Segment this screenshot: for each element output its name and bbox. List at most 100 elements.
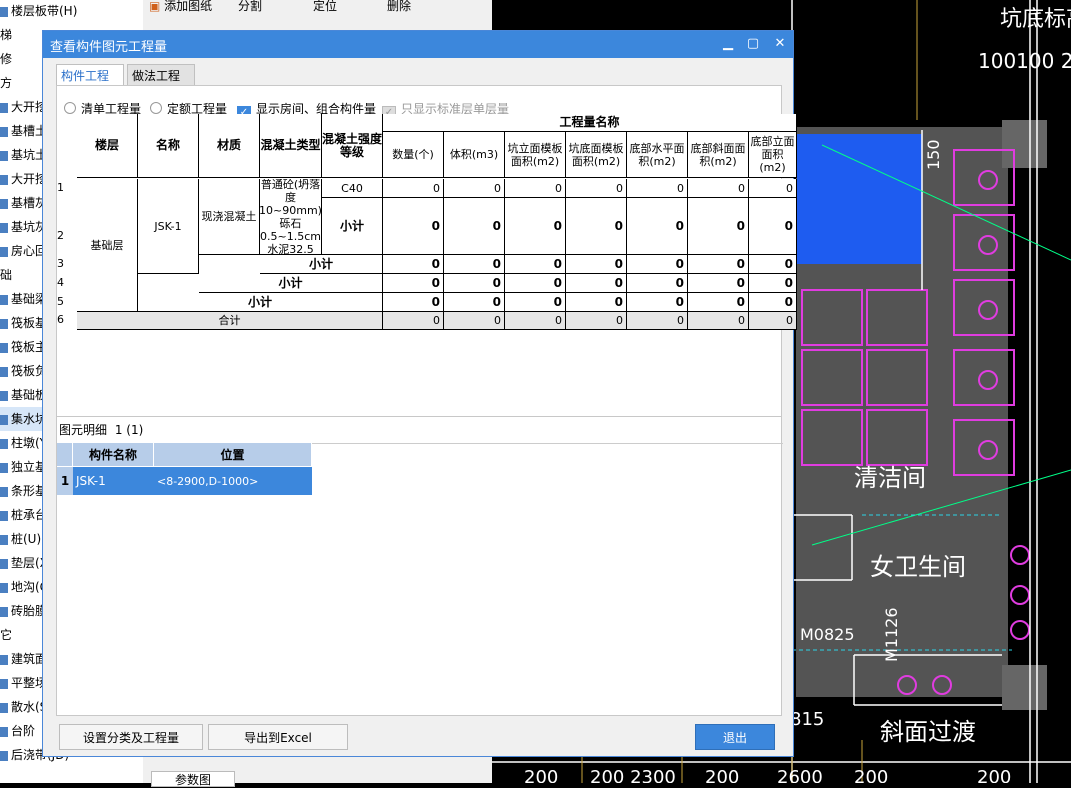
add-drawing-button[interactable]: ▣ 添加图纸 bbox=[149, 0, 212, 12]
cell-quantity-value[interactable]: 0 bbox=[505, 198, 566, 255]
tree-item[interactable]: 基坑土 bbox=[0, 143, 47, 167]
cell-floor[interactable]: 基础层 bbox=[77, 179, 138, 312]
minimize-icon[interactable]: ▁ bbox=[718, 35, 738, 53]
cell-quantity-value[interactable]: 0 bbox=[383, 179, 444, 198]
cell-subtotal[interactable]: 小计 bbox=[260, 255, 383, 274]
tab-component-quantity[interactable]: 构件工程量 bbox=[56, 64, 124, 105]
cell-grade[interactable]: C40 bbox=[322, 179, 383, 198]
set-classification-button[interactable]: 设置分类及工程量 bbox=[59, 724, 203, 750]
cell-quantity-value[interactable]: 0 bbox=[444, 179, 505, 198]
tree-item[interactable]: 大开挖 bbox=[0, 95, 47, 119]
cell-quantity-value[interactable]: 0 bbox=[627, 293, 688, 312]
cell-quantity-value[interactable]: 0 bbox=[688, 255, 749, 274]
close-icon[interactable]: ✕ bbox=[770, 35, 790, 53]
cell-quantity-value[interactable]: 0 bbox=[749, 274, 797, 293]
tab-method-quantity[interactable]: 做法工程量 bbox=[127, 64, 195, 105]
cell-component-name[interactable]: JSK-1 bbox=[138, 179, 199, 274]
header-quantity-col[interactable]: 数量(个) bbox=[383, 132, 444, 178]
header-quantity-col[interactable]: 底部斜面面积(m2) bbox=[688, 132, 749, 178]
header-floor[interactable]: 楼层 bbox=[77, 114, 138, 178]
cell-quantity-value[interactable]: 0 bbox=[444, 255, 505, 274]
export-excel-button[interactable]: 导出到Excel bbox=[208, 724, 348, 750]
cell-quantity-value[interactable]: 0 bbox=[749, 312, 797, 330]
cell-quantity-value[interactable]: 0 bbox=[688, 312, 749, 330]
tree-item[interactable]: 建筑面 bbox=[0, 647, 47, 671]
param-drawing-button[interactable]: 参数图 bbox=[151, 771, 235, 787]
cell-quantity-value[interactable]: 0 bbox=[688, 274, 749, 293]
cell-quantity-value[interactable]: 0 bbox=[566, 274, 627, 293]
tree-item[interactable]: 集水坑 bbox=[0, 407, 48, 431]
cell-quantity-value[interactable]: 0 bbox=[566, 198, 627, 255]
cell-quantity-value[interactable]: 0 bbox=[749, 293, 797, 312]
header-quantity-col[interactable]: 底部水平面积(m2) bbox=[627, 132, 688, 178]
tree-item[interactable]: 修 bbox=[0, 47, 12, 71]
maximize-icon[interactable]: ▢ bbox=[743, 35, 763, 53]
detail-header-position[interactable]: 位置 bbox=[154, 443, 312, 466]
cell-quantity-value[interactable]: 0 bbox=[383, 255, 444, 274]
tree-item[interactable]: 基槽灰 bbox=[0, 191, 47, 215]
tree-item[interactable]: 基础板 bbox=[0, 383, 47, 407]
cell-material[interactable]: 现浇混凝土 bbox=[199, 179, 260, 255]
cell-quantity-value[interactable]: 0 bbox=[627, 255, 688, 274]
cell-quantity-value[interactable]: 0 bbox=[505, 274, 566, 293]
tree-item[interactable]: 础 bbox=[0, 263, 12, 287]
cell-quantity-value[interactable]: 0 bbox=[505, 312, 566, 330]
tree-item[interactable]: 散水(S bbox=[0, 695, 47, 719]
cell-subtotal[interactable]: 小计 bbox=[199, 274, 383, 293]
tree-item[interactable]: 基础梁 bbox=[0, 287, 47, 311]
header-material[interactable]: 材质 bbox=[199, 114, 260, 178]
tree-item[interactable]: 平整场 bbox=[0, 671, 47, 695]
header-concrete-type[interactable]: 混凝土类型 bbox=[260, 114, 322, 178]
cell-quantity-value[interactable]: 0 bbox=[505, 293, 566, 312]
locate-button[interactable]: 定位 bbox=[313, 0, 337, 12]
tree-item[interactable]: 条形基 bbox=[0, 479, 47, 503]
tree-item[interactable]: 桩承台 bbox=[0, 503, 47, 527]
cell-subtotal[interactable]: 小计 bbox=[138, 293, 383, 312]
cell-quantity-value[interactable]: 0 bbox=[627, 274, 688, 293]
tree-item[interactable]: 筏板主 bbox=[0, 335, 47, 359]
cell-total[interactable]: 合计 bbox=[77, 312, 383, 330]
header-quantity-col[interactable]: 底部立面面积(m2) bbox=[749, 132, 797, 178]
cell-quantity-value[interactable]: 0 bbox=[444, 293, 505, 312]
header-quantity-group[interactable]: 工程量名称 bbox=[383, 114, 797, 132]
cell-quantity-value[interactable]: 0 bbox=[688, 198, 749, 255]
tree-item[interactable]: 方 bbox=[0, 71, 12, 95]
delete-button[interactable]: 删除 bbox=[387, 0, 411, 12]
tree-item[interactable]: 基槽土 bbox=[0, 119, 47, 143]
cell-quantity-value[interactable]: 0 bbox=[566, 293, 627, 312]
tree-item[interactable]: 它 bbox=[0, 623, 12, 647]
cell-quantity-value[interactable]: 0 bbox=[444, 312, 505, 330]
cell-quantity-value[interactable]: 0 bbox=[383, 274, 444, 293]
cell-quantity-value[interactable]: 0 bbox=[749, 179, 797, 198]
header-strength[interactable]: 混凝土强度等级 bbox=[322, 114, 383, 178]
cell-quantity-value[interactable]: 0 bbox=[566, 179, 627, 198]
cell-quantity-value[interactable]: 0 bbox=[505, 255, 566, 274]
cell-subtotal[interactable]: 小计 bbox=[322, 198, 383, 255]
tree-item[interactable]: 台阶 bbox=[0, 719, 35, 743]
cell-quantity-value[interactable]: 0 bbox=[566, 255, 627, 274]
detail-header-name[interactable]: 构件名称 bbox=[73, 443, 154, 466]
cell-quantity-value[interactable]: 0 bbox=[749, 255, 797, 274]
cell-quantity-value[interactable]: 0 bbox=[444, 198, 505, 255]
tree-item[interactable]: 柱墩(Y bbox=[0, 431, 47, 455]
cell-quantity-value[interactable]: 0 bbox=[627, 198, 688, 255]
cell-quantity-value[interactable]: 0 bbox=[627, 179, 688, 198]
tree-item[interactable]: 垫层(X bbox=[0, 551, 48, 575]
cell-quantity-value[interactable]: 0 bbox=[749, 198, 797, 255]
tree-item[interactable]: 楼层板带(H) bbox=[0, 0, 77, 23]
tree-item[interactable]: 房心回 bbox=[0, 239, 47, 263]
dialog-title-bar[interactable]: 查看构件图元工程量 ▁ ▢ ✕ bbox=[43, 31, 793, 58]
exit-button[interactable]: 退出 bbox=[695, 724, 775, 750]
cell-quantity-value[interactable]: 0 bbox=[383, 293, 444, 312]
cell-quantity-value[interactable]: 0 bbox=[383, 198, 444, 255]
cell-quantity-value[interactable]: 0 bbox=[688, 179, 749, 198]
cell-quantity-value[interactable]: 0 bbox=[627, 312, 688, 330]
detail-row-position[interactable]: <8-2900,D-1000> bbox=[154, 467, 312, 495]
tree-item[interactable]: 大开挖 bbox=[0, 167, 47, 191]
tree-item[interactable]: 筏板基 bbox=[0, 311, 47, 335]
cell-concrete-type[interactable]: 普通砼(坍落度10~90mm) 砾石0.5~1.5cm 水泥32.5 bbox=[260, 179, 322, 255]
tree-item[interactable]: 梯 bbox=[0, 23, 12, 47]
cell-quantity-value[interactable]: 0 bbox=[566, 312, 627, 330]
cell-quantity-value[interactable]: 0 bbox=[505, 179, 566, 198]
split-button[interactable]: 分割 bbox=[238, 0, 262, 12]
